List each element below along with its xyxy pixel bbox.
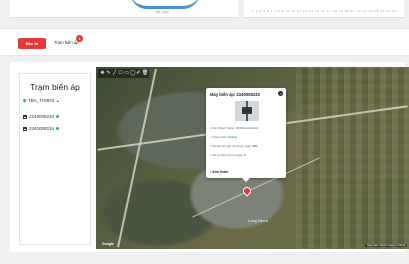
info-row-customer: • Tên khách hàng: 0934444444444 [210,126,259,130]
close-icon[interactable]: × [278,91,283,96]
chart-arc [130,0,200,9]
road [117,68,157,248]
top-axis-panel: 1 2 3 4 5 6 7 8 9 10 11 12 13 14 15 16 1… [244,0,404,18]
online-status-dot [56,127,60,130]
map-toolbar: ✥ ✎ ╱ ⬠ ▭ ◯ ✐ 🗑 [98,69,149,78]
page-footer-strip [10,252,405,262]
transformer-icon [23,114,27,119]
station-list-panel: Trạm biến áp TBA_THIBOI ▲ 2240008233 224… [19,73,91,245]
map-place-label: Long Nhơn [248,218,268,223]
view-more-link[interactable]: • Xem thêm [210,170,228,174]
list-item-label: 2240008234 [29,126,55,131]
axis-ticks: 1 2 3 4 5 6 7 8 9 10 11 12 13 14 15 16 1… [252,9,396,13]
pan-hand-icon[interactable]: ✥ [100,71,105,76]
tab-bao-tri[interactable]: Bảo trì [18,38,46,49]
line-tool-icon[interactable]: ╱ [112,71,117,76]
list-item-label: 2240008233 [29,114,55,119]
chart-caption: BỘ_NĂM [156,10,169,14]
list-item[interactable]: 2240008233 [23,114,60,119]
delete-tool-icon[interactable]: 🗑 [142,71,148,76]
google-logo: Google [102,242,114,246]
circle-tool-icon[interactable]: ◯ [130,71,136,76]
panel-title: Trạm biến áp [30,82,80,92]
info-row-status: • Trạng thái: Online [210,135,238,139]
location-pin-icon [22,98,27,103]
station-group-label: TBA_THIBOI [28,98,55,103]
transformer-icon [23,126,27,131]
transformer-photo [235,101,259,121]
info-row-messages: • Số bản tin gửi về trong ngày: 001 [210,144,258,148]
map-marker-icon[interactable] [241,185,253,197]
marker-tool-icon[interactable]: ✎ [106,71,111,76]
edit-tool-icon[interactable]: ✐ [136,71,141,76]
transformer-popup: Máy biến áp: 2240008233 × • Tên khách hà… [206,88,286,182]
top-chart-panel: BỘ_NĂM [10,0,238,18]
map-attribution[interactable]: Map data ©2023 Imagery ©2023 [365,244,407,247]
popup-title: Máy biến áp: 2240008233 [210,92,260,97]
station-group[interactable]: TBA_THIBOI ▲ [22,98,60,103]
list-item[interactable]: 2240008234 [23,126,60,131]
tab-bar: Bảo trì Trạm biến áp 1 [0,28,409,56]
farm-fields [296,67,409,249]
info-row-events: • Số sự kiện trong ngày: 0 [210,153,246,157]
rectangle-tool-icon[interactable]: ▭ [124,71,129,76]
notification-badge: 1 [76,35,83,42]
online-status-dot [56,115,60,118]
tab-tram-bien-ap[interactable]: Trạm biến áp [54,40,79,45]
polygon-tool-icon[interactable]: ⬠ [118,71,123,76]
transformer-shape [242,107,252,114]
caret-up-icon: ▲ [56,98,60,103]
